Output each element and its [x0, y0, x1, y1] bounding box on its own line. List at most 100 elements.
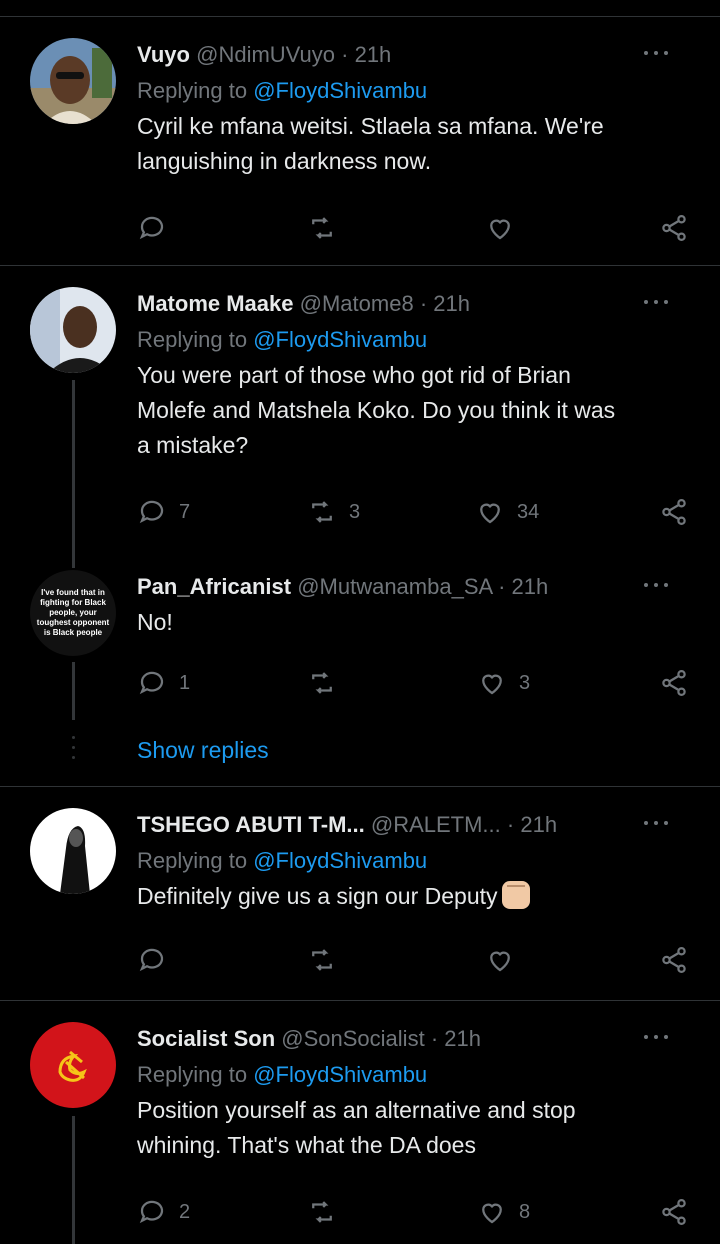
tweet-text-line: languishing in darkness now. — [137, 148, 432, 174]
share-button[interactable] — [659, 667, 689, 699]
thread-line — [72, 662, 75, 720]
mention-link[interactable]: @FloydShivambu — [253, 1062, 427, 1087]
reply-button[interactable] — [137, 212, 167, 244]
mention-link[interactable]: @FloydShivambu — [253, 848, 427, 873]
mention-link[interactable]: @FloydShivambu — [253, 327, 427, 352]
more-options-icon[interactable] — [644, 48, 670, 58]
tweet-text-line: No! — [137, 609, 173, 635]
divider — [0, 786, 720, 787]
share-button[interactable] — [659, 944, 689, 976]
handle[interactable]: @Matome8 — [300, 291, 414, 316]
tweet-text-line: a mistake? — [137, 432, 249, 458]
tweet-text-line: Molefe and Matshela Koko. Do you think i… — [137, 397, 616, 423]
tweet-text: Definitely give us a sign our Deputy — [137, 879, 700, 914]
replying-to-label: Replying to — [137, 327, 248, 352]
tweet-text-line: whining. That's what the DA does — [137, 1132, 476, 1158]
raised-fist-emoji-icon — [501, 881, 530, 909]
more-options-icon[interactable] — [644, 580, 670, 590]
handle[interactable]: @RALETM... — [371, 812, 501, 837]
timestamp[interactable]: 21h — [520, 812, 557, 837]
thread-line — [72, 1116, 75, 1244]
handle[interactable]: @SonSocialist — [281, 1026, 424, 1051]
tweet-text: Position yourself as an alternative and … — [137, 1093, 700, 1163]
timestamp[interactable]: 21h — [444, 1026, 481, 1051]
avatar[interactable] — [30, 1022, 116, 1108]
timestamp[interactable]: 21h — [512, 574, 549, 599]
share-icon — [662, 499, 686, 525]
replying-to-label: Replying to — [137, 848, 248, 873]
tweet-text: Cyril ke mfana weitsi. Stlaela sa mfana.… — [137, 109, 700, 179]
share-button[interactable] — [659, 496, 689, 528]
replying-to-label: Replying to — [137, 1062, 248, 1087]
heart-icon — [482, 1203, 502, 1224]
retweet-icon — [312, 949, 332, 971]
tweet-text: No! — [137, 605, 700, 640]
reply-icon — [139, 500, 164, 524]
reply-count: 1 — [179, 671, 191, 694]
heart-icon — [482, 674, 502, 695]
timestamp[interactable]: 21h — [433, 291, 470, 316]
timestamp[interactable]: 21h — [355, 42, 392, 67]
retweet-button[interactable] — [307, 212, 337, 244]
separator: · — [506, 812, 515, 837]
like-button[interactable]: 3 — [477, 667, 530, 699]
avatar-text: I've found that in fighting for Black pe… — [36, 588, 110, 637]
like-count: 8 — [519, 1200, 531, 1223]
heart-icon — [490, 951, 510, 972]
handle[interactable]: @Mutwanamba_SA — [297, 574, 492, 599]
like-button[interactable]: 8 — [477, 1196, 530, 1228]
reply-button[interactable]: 2 — [137, 1196, 190, 1228]
separator: · — [419, 291, 428, 316]
like-button[interactable] — [485, 212, 515, 244]
show-replies-link[interactable]: Show replies — [137, 737, 269, 764]
more-options-icon[interactable] — [644, 1032, 670, 1042]
tweet-text-line: Cyril ke mfana weitsi. Stlaela sa mfana.… — [137, 113, 604, 139]
retweet-icon — [312, 217, 332, 239]
like-button[interactable] — [485, 944, 515, 976]
share-icon — [662, 947, 686, 973]
reply-count: 2 — [179, 1200, 191, 1223]
reply-icon — [139, 1200, 164, 1224]
retweet-count: 3 — [349, 500, 361, 523]
reply-count: 7 — [179, 500, 191, 523]
thread-line — [72, 380, 75, 568]
reply-icon — [139, 671, 164, 695]
divider — [0, 265, 720, 266]
avatar[interactable] — [30, 38, 116, 124]
display-name[interactable]: Socialist Son — [137, 1026, 275, 1051]
reply-button[interactable]: 7 — [137, 496, 190, 528]
share-icon — [662, 1199, 686, 1225]
tweet-text: You were part of those who got rid of Br… — [137, 358, 700, 463]
heart-icon — [480, 503, 500, 524]
thread-dots — [72, 736, 75, 764]
avatar[interactable] — [30, 287, 116, 373]
reply-button[interactable]: 1 — [137, 667, 190, 699]
tweet-text-line: Definitely give us a sign our Deputy — [137, 883, 498, 909]
handle[interactable]: @NdimUVuyo — [196, 42, 335, 67]
retweet-icon — [312, 672, 332, 694]
retweet-icon — [312, 501, 332, 523]
retweet-button[interactable] — [307, 667, 337, 699]
separator: · — [430, 1026, 439, 1051]
more-options-icon[interactable] — [644, 297, 670, 307]
like-button[interactable]: 34 — [475, 496, 539, 528]
share-button[interactable] — [659, 212, 689, 244]
reply-button[interactable] — [137, 944, 167, 976]
share-button[interactable] — [659, 1196, 689, 1228]
avatar[interactable] — [30, 808, 116, 894]
display-name[interactable]: Matome Maake — [137, 291, 294, 316]
retweet-button[interactable]: 3 — [307, 496, 360, 528]
more-options-icon[interactable] — [644, 818, 670, 828]
divider — [0, 1000, 720, 1001]
mention-link[interactable]: @FloydShivambu — [253, 78, 427, 103]
retweet-button[interactable] — [307, 1196, 337, 1228]
like-count: 3 — [519, 671, 531, 694]
retweet-icon — [312, 1201, 332, 1223]
divider — [0, 16, 720, 17]
retweet-button[interactable] — [307, 944, 337, 976]
like-count: 34 — [517, 500, 540, 523]
avatar[interactable]: I've found that in fighting for Black pe… — [30, 570, 116, 656]
display-name[interactable]: Vuyo — [137, 42, 190, 67]
display-name[interactable]: Pan_Africanist — [137, 574, 291, 599]
display-name[interactable]: TSHEGO ABUTI T-M... — [137, 812, 365, 837]
